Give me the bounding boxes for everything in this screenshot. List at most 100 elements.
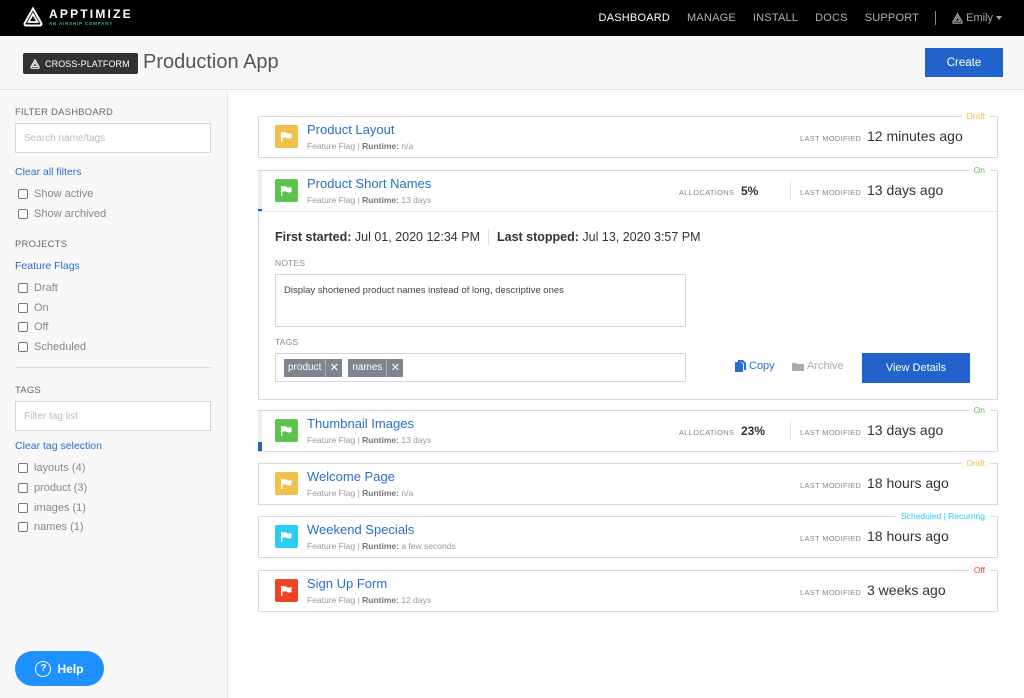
flag-glyph-icon: [281, 585, 292, 596]
flag-details: First started: Jul 01, 2020 12:34 PM Las…: [259, 211, 997, 399]
view-details-button[interactable]: View Details: [862, 353, 970, 383]
scheduled-checkbox[interactable]: Scheduled: [18, 341, 86, 353]
first-started-label: First started:: [275, 230, 352, 244]
flag-card-expanded[interactable]: On Product Short Names Feature Flag | Ru…: [258, 164, 998, 400]
tag-filter-input[interactable]: [15, 401, 211, 431]
last-modified-value: 3 weeks ago: [867, 582, 946, 598]
flag-card[interactable]: Scheduled | Recurring Weekend Specials F…: [258, 510, 998, 558]
search-input[interactable]: [15, 123, 211, 153]
tags-field[interactable]: product ✕ names ✕: [275, 353, 686, 382]
flag-meta: Feature Flag | Runtime: n/a: [307, 141, 414, 151]
checkbox-label: names (1): [34, 521, 84, 533]
filter-sidebar: FILTER DASHBOARD Clear all filters Show …: [0, 91, 228, 698]
flag-glyph-icon: [281, 531, 292, 542]
checkbox-icon[interactable]: [18, 209, 28, 219]
off-checkbox[interactable]: Off: [18, 321, 48, 333]
tag-label: product: [288, 362, 322, 373]
page-title: Production App: [143, 51, 279, 73]
allocations-value: 23%: [741, 424, 766, 438]
create-button[interactable]: Create: [925, 48, 1003, 77]
divider: [487, 229, 489, 245]
flag-name[interactable]: Weekend Specials: [307, 522, 414, 537]
flag-icon: [275, 179, 298, 202]
tag-checkbox-images[interactable]: images (1): [18, 502, 86, 514]
platform-badge: CROSS-PLATFORM: [23, 53, 138, 74]
checkbox-icon[interactable]: [18, 189, 28, 199]
draft-checkbox[interactable]: Draft: [18, 282, 58, 294]
remove-tag-icon[interactable]: ✕: [386, 358, 403, 377]
flag-name[interactable]: Welcome Page: [307, 469, 395, 484]
flag-icon: [275, 525, 298, 548]
last-modified-label: LAST MODIFIED: [800, 134, 862, 143]
checkbox-icon[interactable]: [18, 503, 28, 513]
filter-heading: FILTER DASHBOARD: [15, 107, 114, 118]
flag-card[interactable]: Draft Product Layout Feature Flag | Runt…: [258, 110, 998, 158]
flag-name[interactable]: Product Layout: [307, 122, 394, 137]
nav-manage[interactable]: MANAGE: [687, 12, 736, 24]
flag-card[interactable]: Off Sign Up Form Feature Flag | Runtime:…: [258, 564, 998, 612]
user-avatar-icon: [952, 12, 963, 24]
user-menu[interactable]: Emily: [952, 12, 1002, 24]
notes-field[interactable]: Display shortened product names instead …: [275, 274, 686, 327]
flag-name[interactable]: Product Short Names: [307, 176, 431, 191]
checkbox-icon[interactable]: [18, 483, 28, 493]
copy-label: Copy: [749, 360, 775, 372]
help-label: Help: [57, 661, 84, 676]
nav-install[interactable]: INSTALL: [753, 12, 798, 24]
chevron-down-icon: [996, 16, 1002, 20]
status-label: Off: [968, 564, 990, 576]
flag-icon: [275, 419, 298, 442]
nav-docs[interactable]: DOCS: [815, 12, 848, 24]
tag-checkbox-layouts[interactable]: layouts (4): [18, 462, 85, 474]
flag-card[interactable]: On Thumbnail Images Feature Flag | Runti…: [258, 404, 998, 452]
flag-name[interactable]: Sign Up Form: [307, 576, 387, 591]
nav-support[interactable]: SUPPORT: [865, 12, 919, 24]
remove-tag-icon[interactable]: ✕: [325, 358, 342, 377]
show-active-checkbox[interactable]: Show active: [18, 188, 93, 200]
checkbox-icon[interactable]: [18, 283, 28, 293]
checkbox-icon[interactable]: [18, 522, 28, 532]
tag-checkbox-product[interactable]: product (3): [18, 482, 87, 494]
checkbox-label: product (3): [34, 482, 88, 494]
status-label: Scheduled | Recurring: [896, 510, 990, 522]
brand-logo[interactable]: APPTIMIZE AN AIRSHIP COMPANY: [23, 7, 133, 27]
top-nav: APPTIMIZE AN AIRSHIP COMPANY DASHBOARD M…: [0, 0, 1024, 36]
tags-heading: TAGS: [15, 385, 41, 396]
checkbox-icon[interactable]: [18, 322, 28, 332]
flag-glyph-icon: [281, 425, 292, 436]
checkbox-label: Draft: [34, 282, 58, 294]
last-modified-value: 18 hours ago: [867, 528, 949, 544]
flag-glyph-icon: [281, 185, 292, 196]
status-label: Draft: [961, 457, 990, 469]
checkbox-label: On: [34, 302, 49, 314]
flag-icon: [275, 579, 298, 602]
checkbox-icon[interactable]: [18, 342, 28, 352]
checkbox-label: Off: [34, 321, 49, 333]
help-button[interactable]: ? Help: [15, 651, 104, 686]
show-archived-checkbox[interactable]: Show archived: [18, 208, 106, 220]
on-checkbox[interactable]: On: [18, 302, 49, 314]
tag-chip: names ✕: [348, 358, 404, 377]
checkbox-icon[interactable]: [18, 463, 28, 473]
flag-card[interactable]: Draft Welcome Page Feature Flag | Runtim…: [258, 457, 998, 505]
tag-checkbox-names[interactable]: names (1): [18, 521, 84, 533]
tags-label: TAGS: [275, 337, 299, 347]
clear-filters-link[interactable]: Clear all filters: [15, 166, 82, 178]
archive-button[interactable]: Archive: [792, 360, 844, 372]
notes-label: NOTES: [275, 258, 306, 268]
project-feature-flags-link[interactable]: Feature Flags: [15, 260, 80, 272]
flag-meta: Feature Flag | Runtime: 12 days: [307, 595, 432, 605]
checkbox-icon[interactable]: [18, 303, 28, 313]
flag-name[interactable]: Thumbnail Images: [307, 416, 414, 431]
last-modified-label: LAST MODIFIED: [800, 428, 862, 437]
status-label: On: [968, 404, 990, 416]
brand-name: APPTIMIZE: [49, 6, 133, 21]
last-stopped-value: Jul 13, 2020 3:57 PM: [582, 230, 701, 244]
nav-dashboard[interactable]: DASHBOARD: [599, 12, 670, 24]
last-stopped-label: Last stopped:: [496, 230, 579, 244]
flag-icon: [275, 125, 298, 148]
last-modified-label: LAST MODIFIED: [800, 481, 862, 490]
copy-button[interactable]: Copy: [735, 360, 775, 372]
checkbox-label: Show active: [34, 188, 94, 200]
clear-tags-link[interactable]: Clear tag selection: [15, 440, 102, 452]
